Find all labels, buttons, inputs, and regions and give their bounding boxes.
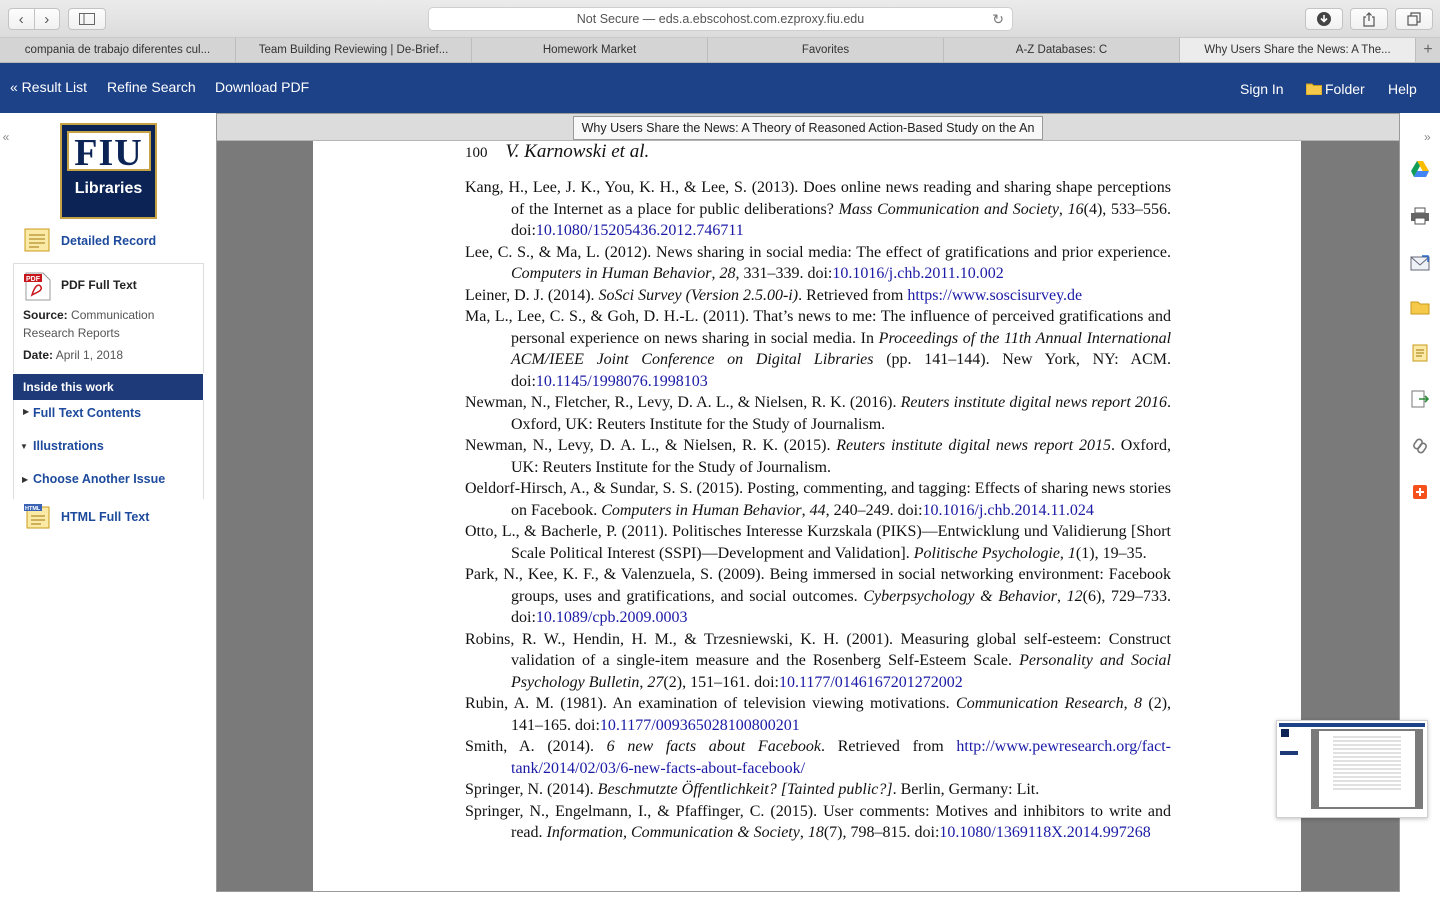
export-icon[interactable]: [1410, 390, 1430, 408]
date-meta: Date: April 1, 2018: [23, 346, 198, 364]
svg-text:PDF: PDF: [26, 276, 41, 283]
pdf-page: 100 V. Karnowski et al. Kang, H., Lee, J.…: [313, 141, 1301, 891]
reference-entry: Newman, N., Levy, D. A. L., & Nielsen, R…: [465, 437, 1171, 476]
refine-search-link[interactable]: Refine Search: [107, 79, 196, 95]
reference-entry: Kang, H., Lee, J. K., You, K. H., & Lee,…: [465, 179, 1172, 239]
reference-entry: Ma, L., Lee, C. S., & Goh, D. H.-L. (201…: [465, 308, 1172, 390]
html-full-text-icon: HTML: [24, 504, 50, 529]
page-running-author: V. Karnowski et al.: [505, 141, 650, 162]
download-pdf-link[interactable]: Download PDF: [215, 79, 309, 95]
source-label: Source:: [23, 308, 68, 322]
html-full-text-link[interactable]: HTML Full Text: [61, 510, 149, 524]
reference-entry: Springer, N., Engelmann, I., & Pfaffinge…: [465, 802, 1171, 842]
google-drive-icon[interactable]: [1410, 160, 1430, 178]
tab-2[interactable]: Team Building Reviewing | De-Brief...: [236, 38, 472, 62]
right-collapse-button[interactable]: »: [1424, 130, 1431, 144]
collapse-arrow-icon: ▼: [20, 442, 28, 451]
tab-5[interactable]: A-Z Databases: C: [944, 38, 1180, 62]
svg-text:HTML: HTML: [25, 506, 41, 512]
tab-6-active[interactable]: Why Users Share the News: A The...: [1180, 38, 1416, 62]
sign-in-link[interactable]: Sign In: [1240, 81, 1284, 97]
reference-entry: Springer, N. (2014). Beschmutzte Öffentl…: [465, 781, 1040, 798]
thumbnail-image: [1279, 723, 1425, 815]
tab-1[interactable]: compania de trabajo diferentes cul...: [0, 38, 236, 62]
share-button[interactable]: [1350, 8, 1388, 30]
back-button[interactable]: ‹: [9, 9, 34, 29]
tabs-overview-button[interactable]: [1395, 8, 1433, 30]
reference-entry: Smith, A. (2014). 6 new facts about Face…: [465, 738, 1171, 777]
reference-entry: Otto, L., & Bacherle, P. (2011). Politis…: [465, 523, 1171, 562]
pdf-icon[interactable]: PDF: [23, 271, 53, 301]
email-icon[interactable]: [1410, 254, 1430, 272]
date-value: April 1, 2018: [55, 348, 124, 362]
permalink-icon[interactable]: [1410, 437, 1430, 455]
browser-toolbar: ‹ › Not Secure — eds.a.ebscohost.com.ezp…: [0, 0, 1440, 38]
reference-entry: Lee, C. S., & Ma, L. (2012). News sharin…: [465, 243, 1171, 283]
address-text: Not Secure — eds.a.ebscohost.com.ezproxy…: [576, 12, 865, 26]
reload-icon[interactable]: ↻: [992, 11, 1004, 28]
ebsco-toolbar: « Result List Refine Search Download PDF…: [0, 63, 1440, 113]
expand-arrow-icon: ▶: [23, 407, 30, 416]
share-plus-icon[interactable]: [1410, 483, 1430, 501]
reference-entry: Rubin, A. M. (1981). An examination of t…: [465, 695, 1172, 734]
tab-bar: compania de trabajo diferentes cul... Te…: [0, 38, 1440, 63]
nav-buttons: ‹ ›: [8, 8, 60, 30]
download-icon: [1317, 12, 1331, 26]
page-number: 100: [465, 145, 488, 161]
expand-arrow-icon: ▶: [22, 475, 29, 484]
new-tab-button[interactable]: +: [1416, 38, 1440, 62]
downloads-button[interactable]: [1305, 8, 1343, 30]
page-thumbnail-preview[interactable]: [1276, 720, 1428, 818]
tabs-icon: [1407, 12, 1421, 26]
logo-libraries-text: Libraries: [74, 180, 143, 197]
viewer-title-bar: Why Users Share the News: A Theory of Re…: [217, 114, 1399, 141]
folder-icon: [1305, 82, 1323, 98]
folder-link[interactable]: Folder: [1325, 81, 1365, 97]
left-collapse-button[interactable]: «: [0, 130, 12, 144]
reference-list: Kang, H., Lee, J. K., You, K. H., & Lee,…: [465, 177, 1171, 844]
detailed-record-icon: [24, 228, 50, 252]
print-icon[interactable]: [1410, 207, 1430, 225]
pdf-full-text-link[interactable]: PDF Full Text: [61, 278, 137, 292]
date-label: Date:: [23, 348, 54, 362]
detailed-record-link[interactable]: Detailed Record: [61, 234, 156, 248]
page-header: 100 V. Karnowski et al.: [465, 141, 649, 163]
save-folder-icon[interactable]: [1410, 298, 1430, 316]
full-text-contents-link[interactable]: Full Text Contents: [33, 406, 141, 420]
reference-entry: Oeldorf-Hirsch, A., & Sundar, S. S. (201…: [465, 480, 1171, 519]
reference-entry: Leiner, D. J. (2014). SoSci Survey (Vers…: [465, 286, 1083, 304]
help-link[interactable]: Help: [1388, 81, 1417, 97]
fiu-libraries-logo[interactable]: FIU Libraries: [60, 123, 157, 219]
cite-icon[interactable]: [1410, 344, 1430, 362]
pdf-viewer[interactable]: Why Users Share the News: A Theory of Re…: [216, 113, 1400, 892]
logo-fiu-text: FIU: [66, 131, 151, 173]
sidebar-icon: [79, 13, 95, 25]
source-meta: Source: Communication Research Reports: [23, 306, 198, 342]
tab-3[interactable]: Homework Market: [472, 38, 708, 62]
share-icon: [1363, 11, 1375, 27]
sidebar-toggle-button[interactable]: [68, 8, 106, 30]
document-title: Why Users Share the News: A Theory of Re…: [573, 116, 1043, 140]
tab-4[interactable]: Favorites: [708, 38, 944, 62]
choose-another-issue-link[interactable]: Choose Another Issue: [33, 472, 165, 486]
address-bar[interactable]: Not Secure — eds.a.ebscohost.com.ezproxy…: [428, 7, 1013, 31]
reference-entry: Park, N., Kee, K. F., & Valenzuela, S. (…: [465, 566, 1172, 626]
result-list-link[interactable]: « Result List: [10, 79, 87, 95]
reference-entry: Robins, R. W., Hendin, H. M., & Trzesnie…: [465, 630, 1171, 691]
reference-entry: Newman, N., Fletcher, R., Levy, D. A. L.…: [465, 394, 1171, 433]
forward-button[interactable]: ›: [33, 9, 60, 29]
inside-this-work-header: Inside this work: [13, 374, 203, 400]
illustrations-link[interactable]: Illustrations: [33, 439, 104, 453]
